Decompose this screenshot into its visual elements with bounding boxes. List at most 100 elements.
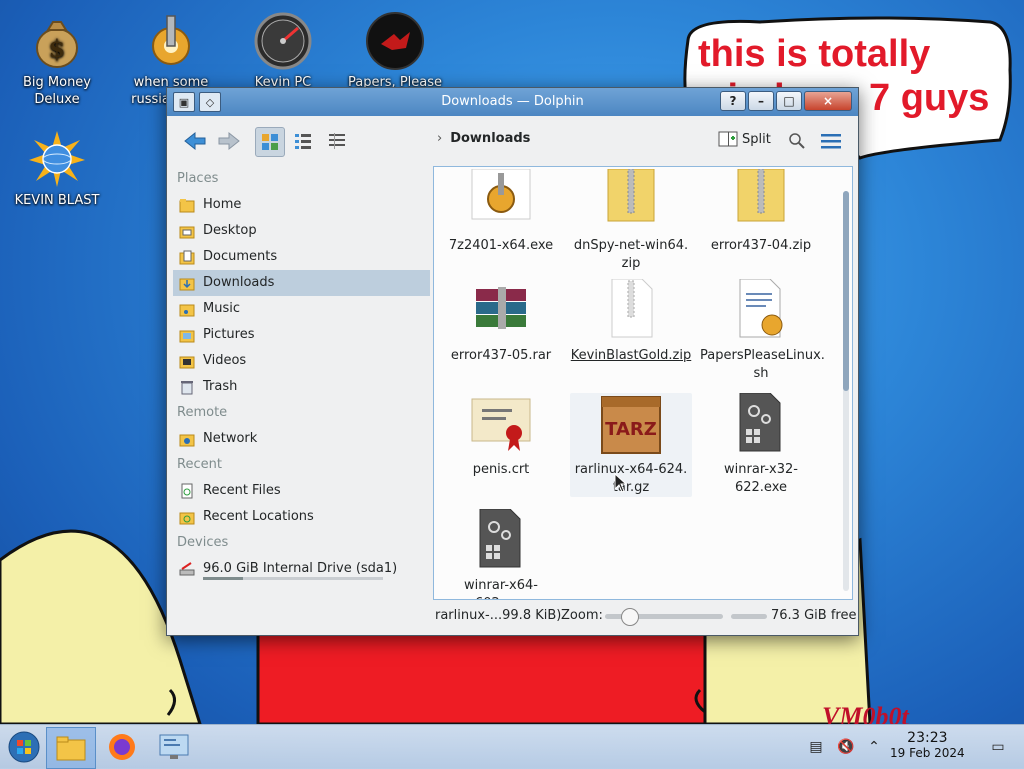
home-folder-icon: [179, 197, 195, 213]
sidebar-item-desktop[interactable]: Desktop: [173, 218, 430, 244]
sidebar-item-recent-files[interactable]: Recent Files: [173, 478, 430, 504]
vertical-scrollbar[interactable]: [843, 191, 849, 591]
file-name: PapersPleaseLinux. sh: [700, 348, 825, 381]
scrollbar-thumb[interactable]: [843, 191, 849, 391]
downloads-folder-icon: [179, 275, 195, 291]
file-item[interactable]: penis.crt: [440, 393, 562, 479]
tarz-crate-icon: TARZ: [598, 393, 664, 457]
remote-header: Remote: [177, 405, 228, 420]
split-button[interactable]: Split: [718, 130, 771, 148]
winrar-books-icon: [468, 279, 534, 343]
desktop-icon-kevin-blast[interactable]: KEVIN BLAST: [2, 124, 112, 209]
minimize-button[interactable]: –: [748, 91, 774, 111]
sidebar-item-label: Trash: [203, 379, 238, 394]
back-button[interactable]: [181, 127, 209, 155]
mouse-cursor-icon: [614, 473, 628, 493]
file-item[interactable]: dnSpy-net-win64. zip: [570, 168, 692, 273]
file-item[interactable]: PapersPleaseLinux. sh: [700, 278, 825, 383]
recent-header: Recent: [177, 457, 222, 472]
sidebar-item-downloads[interactable]: Downloads: [173, 270, 430, 296]
desktop-icon-label: Big Money Deluxe: [22, 75, 91, 107]
svg-text:TARZ: TARZ: [605, 419, 657, 440]
file-item[interactable]: error437-05.rar: [440, 279, 562, 365]
chevron-up-icon[interactable]: ⌃: [864, 737, 884, 757]
drive-usage-fill: [203, 577, 243, 580]
videos-folder-icon: [179, 353, 195, 369]
sidebar-item-recent-locations[interactable]: Recent Locations: [173, 504, 430, 530]
sidebar-item-trash[interactable]: Trash: [173, 374, 430, 400]
sidebar-item-network[interactable]: Network: [173, 426, 430, 452]
breadcrumb-downloads[interactable]: Downloads: [450, 131, 530, 146]
file-view[interactable]: 7z2401-x64.exe dnSpy-net-win64. zip erro…: [433, 166, 853, 600]
settings-monitor-icon: [159, 734, 189, 759]
file-name: error437-05.rar: [450, 348, 552, 363]
sidebar-item-label: Pictures: [203, 327, 255, 342]
file-item[interactable]: 7z2401-x64.exe: [440, 168, 562, 255]
window-titlebar[interactable]: ▣ ◇ Downloads — Dolphin ? – □ ×: [167, 88, 858, 116]
file-item[interactable]: KevinBlastGold.zip: [570, 278, 692, 365]
zip-file-icon: [598, 278, 664, 343]
toolbar: › Downloads Split: [167, 116, 858, 164]
hamburger-menu-icon: [821, 134, 841, 149]
help-button[interactable]: ?: [720, 91, 746, 111]
details-view-icon: [329, 133, 345, 149]
desktop-icon-papers-please[interactable]: Papers, Please: [340, 6, 450, 91]
drive-usage-bar: [203, 577, 383, 580]
clock[interactable]: 23:23 19 Feb 2024: [890, 731, 965, 761]
close-button[interactable]: ×: [804, 91, 852, 111]
sidebar-item-internal-drive[interactable]: 96.0 GiB Internal Drive (sda1): [173, 556, 430, 582]
sidebar-item-music[interactable]: Music: [173, 296, 430, 322]
file-item[interactable]: error437-04.zip: [700, 168, 822, 255]
zoom-slider[interactable]: [605, 608, 723, 626]
file-item[interactable]: winrar-x32-622.exe: [700, 392, 822, 497]
breadcrumb[interactable]: › Downloads: [437, 131, 530, 146]
devices-header: Devices: [177, 535, 229, 550]
script-file-icon: [728, 278, 794, 343]
file-name: penis.crt: [472, 462, 530, 477]
main-menu-button[interactable]: [817, 127, 845, 155]
firefox-icon: [109, 734, 135, 760]
start-button[interactable]: [0, 727, 48, 767]
sidebar-item-label: Recent Files: [203, 483, 281, 498]
zoom-slider-knob[interactable]: [620, 608, 639, 626]
details-view-button[interactable]: [323, 127, 351, 155]
show-desktop-icon[interactable]: ▭: [988, 737, 1008, 757]
clock-time: 23:23: [907, 730, 948, 746]
taskbar-file-manager[interactable]: [46, 727, 96, 769]
taskbar-system-settings[interactable]: [150, 727, 198, 767]
sidebar-item-label: Videos: [203, 353, 247, 368]
icons-view-icon: [262, 134, 278, 150]
sidebar-item-label: Network: [203, 431, 258, 446]
sidebar-item-label: Music: [203, 301, 240, 316]
recent-files-icon: [179, 483, 195, 499]
file-item[interactable]: TARZ rarlinux-x64-624. tar.gz: [570, 393, 692, 497]
recent-locations-icon: [179, 509, 195, 525]
arrow-right-icon: [218, 131, 240, 151]
icons-view-button[interactable]: [255, 127, 285, 157]
taskbar-firefox[interactable]: [98, 727, 146, 767]
file-name: dnSpy-net-win64. zip: [573, 238, 689, 271]
papers-please-icon: [366, 12, 424, 70]
file-name: rarlinux-x64-624. tar.gz: [574, 462, 688, 495]
dolphin-window: ▣ ◇ Downloads — Dolphin ? – □ × › Downlo…: [166, 87, 859, 636]
desktop-icon-big-money-deluxe[interactable]: $ Big Money Deluxe: [2, 6, 112, 108]
sidebar-item-documents[interactable]: Documents: [173, 244, 430, 270]
compact-view-button[interactable]: [289, 127, 317, 155]
trash-icon: [179, 379, 195, 395]
maximize-button[interactable]: □: [776, 91, 802, 111]
documents-folder-icon: [179, 249, 195, 265]
sidebar-item-home[interactable]: Home: [173, 192, 430, 218]
compact-view-icon: [295, 134, 311, 149]
zoom-label: Zoom:: [561, 608, 603, 623]
clipboard-icon[interactable]: ▤: [806, 737, 826, 757]
status-bar: rarlinux-...99.8 KiB) Zoom: 76.3 GiB fre…: [167, 604, 858, 630]
search-button[interactable]: [783, 127, 811, 155]
volume-muted-icon[interactable]: 🔇: [836, 737, 856, 757]
sidebar-item-videos[interactable]: Videos: [173, 348, 430, 374]
pictures-folder-icon: [179, 327, 195, 343]
windows-orb-icon: [8, 731, 40, 763]
sidebar-item-pictures[interactable]: Pictures: [173, 322, 430, 348]
forward-button[interactable]: [215, 127, 243, 155]
file-item[interactable]: winrar-x64-602.exe: [440, 508, 562, 599]
sidebar-item-label: Desktop: [203, 223, 257, 238]
